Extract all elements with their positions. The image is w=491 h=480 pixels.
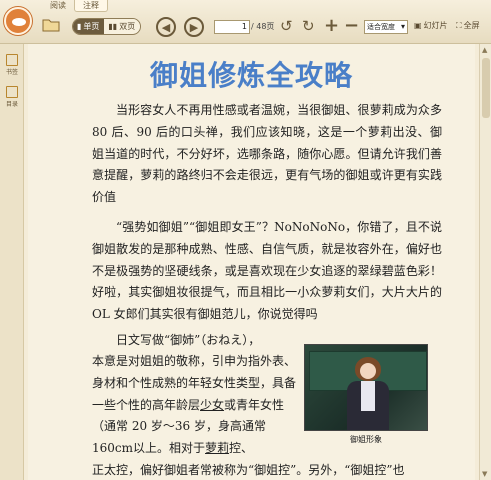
- paragraph-3-body: 本意是对姐姐的敬称，引申为指外表、身材和个性成熟的年轻女性类型，具备一些个性的高…: [92, 351, 297, 460]
- zoom-in-icon[interactable]: +: [324, 17, 339, 35]
- zoom-select[interactable]: 适合宽度: [364, 20, 408, 34]
- paragraph-2: “强势如御姐”“御姐即女王”？NoNoNoNo，你错了，且不说御姐散发的是那种成…: [92, 220, 442, 322]
- page-number-input[interactable]: 1: [214, 20, 250, 34]
- double-page-label: 双页: [119, 22, 136, 31]
- double-page-icon: ▮▮: [108, 22, 118, 31]
- page-mode-toggle: ▮ 单页 ▮▮ 双页: [72, 18, 142, 35]
- bookmark-icon: [6, 54, 18, 66]
- rotate-left-icon[interactable]: ↺: [280, 18, 293, 34]
- tab-annotate[interactable]: 注释: [74, 0, 108, 12]
- slideshow-label: 幻灯片: [423, 21, 448, 30]
- sidebar: 书签 目录: [0, 44, 24, 480]
- vertical-scrollbar[interactable]: ▲ ▼: [479, 44, 491, 480]
- image-caption: 御姐形象: [350, 435, 382, 444]
- fullscreen-icon: ⛶: [456, 20, 462, 30]
- open-folder-icon[interactable]: [42, 18, 60, 32]
- toc-icon: [6, 86, 18, 98]
- sidebar-item-label: 目录: [5, 101, 18, 108]
- sidebar-item-label: 书签: [5, 69, 18, 76]
- slideshow-button[interactable]: ▣ 幻灯片: [414, 20, 448, 31]
- scroll-up-icon[interactable]: ▲: [482, 46, 487, 54]
- single-page-button[interactable]: ▮ 单页: [73, 19, 105, 34]
- paragraph-3-text-c: 控、: [229, 441, 254, 456]
- link-loli[interactable]: 萝莉: [205, 441, 229, 455]
- sidebar-item-bookmark[interactable]: 书签: [3, 54, 21, 76]
- next-page-icon[interactable]: ▶: [184, 17, 204, 37]
- zoom-out-icon[interactable]: −: [344, 17, 359, 35]
- double-page-button[interactable]: ▮▮ 双页: [104, 19, 141, 34]
- fullscreen-label: 全屏: [463, 21, 480, 30]
- single-page-icon: ▮: [77, 22, 82, 31]
- app-logo[interactable]: [4, 7, 32, 35]
- slideshow-icon: ▣: [414, 21, 422, 30]
- toolbar: 阅读 注释 ▮ 单页 ▮▮ 双页 ◀ ▶ 1 / 48页 ↺ ↻ + − 适合宽…: [0, 0, 491, 44]
- rotate-right-icon[interactable]: ↻: [302, 18, 315, 34]
- scroll-down-icon[interactable]: ▼: [482, 470, 487, 478]
- tab-read[interactable]: 阅读: [42, 0, 74, 12]
- character-shirt: [361, 381, 375, 411]
- single-page-label: 单页: [83, 22, 100, 31]
- page-total: / 48页: [251, 22, 275, 31]
- fullscreen-button[interactable]: ⛶ 全屏: [456, 20, 480, 31]
- document-page: 御姐修炼全攻略 当形容女人不再用性感或者温婉，当很御姐、很萝莉成为众多 80 后…: [28, 44, 475, 480]
- prev-page-icon[interactable]: ◀: [156, 17, 176, 37]
- mode-tabs: 阅读 注释: [42, 0, 108, 12]
- anime-character-image: [304, 344, 428, 431]
- link-shoujo[interactable]: 少女: [200, 398, 224, 412]
- paragraph-4-partial: 正太控，偏好御姐者常被称为“御姐控”。另外，“御姐控”也: [92, 463, 405, 477]
- scroll-thumb[interactable]: [482, 58, 490, 118]
- document-title: 御姐修炼全攻略: [149, 59, 353, 92]
- sidebar-item-toc[interactable]: 目录: [3, 86, 21, 108]
- character-face: [360, 363, 376, 379]
- paragraph-1: 当形容女人不再用性感或者温婉，当很御姐、很萝莉成为众多 80 后、90 后的口头…: [92, 103, 442, 205]
